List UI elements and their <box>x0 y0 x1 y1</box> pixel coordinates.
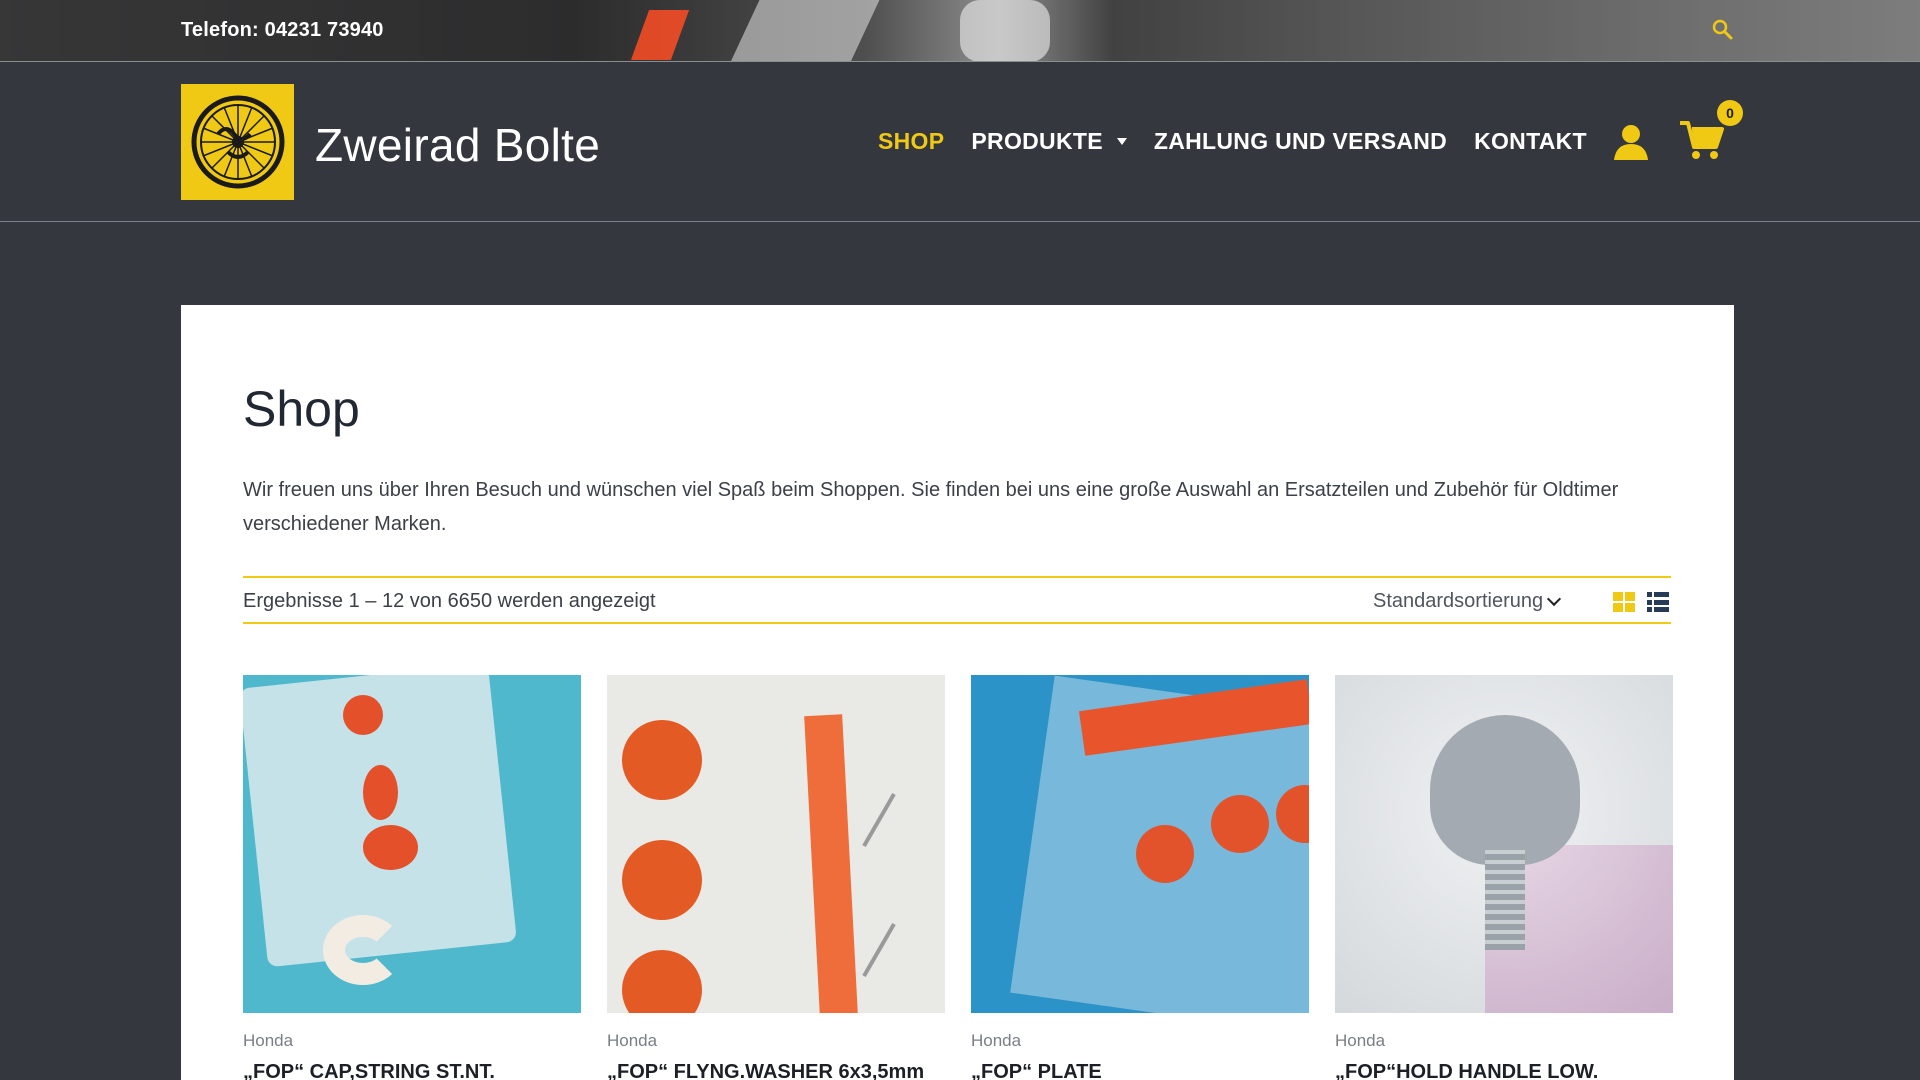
sort-select[interactable]: Standardsortierung <box>1373 590 1562 613</box>
product-category: Honda <box>607 1031 658 1050</box>
nav-item-zahlung-und-versand[interactable]: ZAHLUNG UND VERSAND <box>1154 128 1447 155</box>
product-title[interactable]: „FOP“HOLD HANDLE LOW. <box>1335 1061 1673 1080</box>
page-title: Shop <box>243 381 360 437</box>
phone-number: Telefon: 04231 73940 <box>181 19 384 41</box>
product-category: Honda <box>1335 1031 1386 1050</box>
product-card[interactable]: Honda „FOP“ PLATE <box>971 675 1309 1080</box>
product-card[interactable]: Honda „FOP“ CAP,STRING ST.NT. <box>243 675 581 1080</box>
product-image[interactable] <box>607 675 945 1013</box>
cart-count-badge: 0 <box>1717 100 1743 126</box>
shop-content: Shop Wir freuen uns über Ihren Besuch un… <box>181 305 1734 1080</box>
nav-item-shop[interactable]: SHOP <box>878 128 944 155</box>
product-card[interactable]: Honda „FOP“HOLD HANDLE LOW. <box>1335 675 1673 1080</box>
product-category: Honda <box>243 1031 294 1050</box>
product-image[interactable] <box>971 675 1309 1013</box>
sort-select-value: Standardsortierung <box>1373 590 1544 612</box>
background-photo-detail <box>960 0 1050 61</box>
list-view-icon[interactable] <box>1647 592 1669 612</box>
product-title[interactable]: „FOP“ CAP,STRING ST.NT. <box>243 1061 581 1080</box>
nav-item-produkte[interactable]: PRODUKTE <box>971 128 1127 155</box>
shop-intro-text: Wir freuen uns über Ihren Besuch und wün… <box>243 479 1619 535</box>
product-card[interactable]: Honda „FOP“ FLYNG.WASHER 6x3,5mm <box>607 675 945 1080</box>
top-bar: Telefon: 04231 73940 <box>0 0 1920 62</box>
shop-toolbar: Ergebnisse 1 – 12 von 6650 werden angeze… <box>243 576 1671 624</box>
product-image[interactable] <box>1335 675 1673 1013</box>
product-title[interactable]: „FOP“ PLATE <box>971 1061 1309 1080</box>
main-nav: SHOP PRODUKTE ZAHLUNG UND VERSAND KONTAK… <box>878 128 1587 155</box>
brand-name[interactable]: Zweirad Bolte <box>315 118 600 172</box>
caret-down-icon <box>1116 138 1127 145</box>
results-count: Ergebnisse 1 – 12 von 6650 werden angeze… <box>243 590 656 612</box>
search-icon[interactable] <box>1710 17 1734 41</box>
nav-item-produkte-label: PRODUKTE <box>971 128 1103 154</box>
user-icon[interactable] <box>1612 123 1650 161</box>
site-logo[interactable] <box>181 84 294 200</box>
product-category: Honda <box>971 1031 1022 1050</box>
product-title[interactable]: „FOP“ FLYNG.WASHER 6x3,5mm <box>607 1061 945 1080</box>
chevron-down-icon <box>1547 591 1562 606</box>
site-header: Zweirad Bolte SHOP PRODUKTE ZAHLUNG UND … <box>0 63 1920 222</box>
wheel-logo-icon <box>191 95 284 189</box>
nav-item-kontakt[interactable]: KONTAKT <box>1474 128 1587 155</box>
product-image[interactable] <box>243 675 581 1013</box>
cart-icon[interactable] <box>1678 119 1724 161</box>
grid-view-icon[interactable] <box>1613 592 1635 612</box>
product-grid: Honda „FOP“ CAP,STRING ST.NT. Honda „FOP… <box>243 675 1673 1080</box>
